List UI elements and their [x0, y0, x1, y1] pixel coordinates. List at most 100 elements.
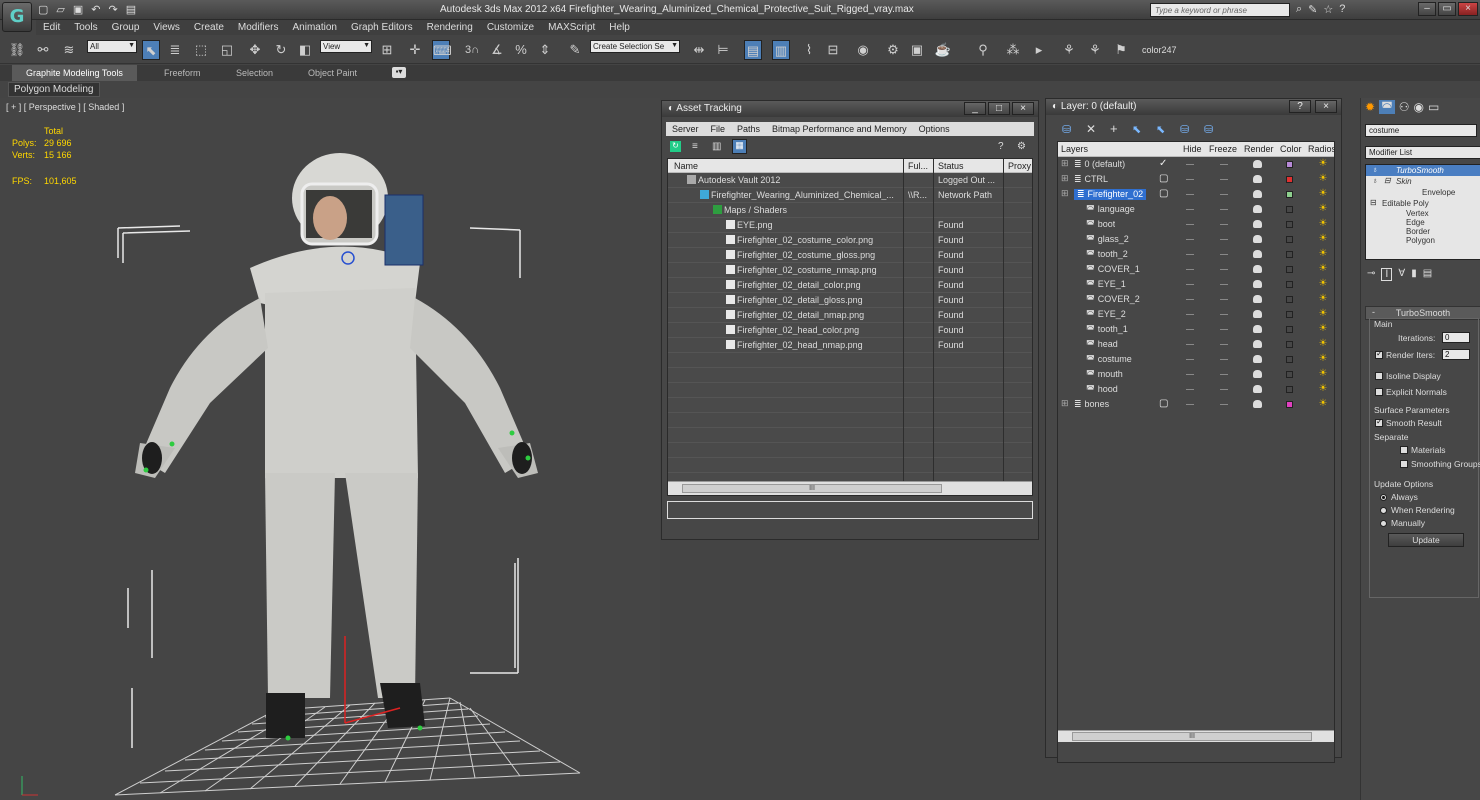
asset-menu-server[interactable]: Server: [666, 122, 705, 136]
render-teapot-icon[interactable]: [1253, 385, 1262, 393]
layer-color-swatch[interactable]: [1286, 341, 1293, 348]
render-iters-checkbox[interactable]: Render Iters:: [1375, 349, 1435, 360]
radiosity-sun-icon[interactable]: ☀: [1318, 203, 1328, 215]
asset-close-button[interactable]: ×: [1012, 102, 1034, 115]
save-icon[interactable]: ▣: [73, 3, 83, 17]
layer-row[interactable]: ⊞ ≣ Firefighter_02 ▢ ☀: [1058, 187, 1334, 202]
stack-polygon[interactable]: Polygon: [1366, 236, 1480, 245]
asset-path-field[interactable]: [667, 501, 1033, 519]
asset-row[interactable]: Firefighter_02_costume_color.png Found: [668, 233, 1032, 248]
radiosity-sun-icon[interactable]: ☀: [1318, 173, 1328, 185]
asset-help-icon[interactable]: ?: [998, 141, 1004, 152]
link-icon[interactable]: ⛓: [8, 40, 26, 60]
particle-icon[interactable]: ⁂: [1004, 40, 1022, 60]
app-logo-button[interactable]: G: [2, 2, 32, 32]
set-current-layer-icon[interactable]: ▢: [1159, 188, 1168, 199]
align-icon[interactable]: ⊨: [714, 40, 732, 60]
menu-create[interactable]: Create: [187, 20, 231, 35]
layer-color-swatch[interactable]: [1286, 176, 1293, 183]
hide-toggle[interactable]: [1186, 179, 1194, 180]
render-iters-spinner[interactable]: 2: [1442, 349, 1470, 360]
menu-views[interactable]: Views: [146, 20, 187, 35]
layer-expand-icon[interactable]: ⊞: [1061, 173, 1069, 184]
update-button[interactable]: Update: [1388, 533, 1464, 547]
create-layer-icon[interactable]: ⛁: [1062, 123, 1071, 136]
radiosity-sun-icon[interactable]: ☀: [1318, 383, 1328, 395]
layer-row[interactable]: ◚ EYE_2 ☀: [1058, 307, 1334, 322]
select-object-icon[interactable]: ⬉: [142, 40, 160, 60]
detail-view-icon[interactable]: ▥: [712, 141, 721, 152]
layer-row[interactable]: ◚ EYE_1 ☀: [1058, 277, 1334, 292]
camera-icon[interactable]: ▸: [1030, 40, 1048, 60]
menu-graph-editors[interactable]: Graph Editors: [344, 20, 420, 35]
refresh-icon[interactable]: ↻: [670, 141, 681, 152]
radiosity-sun-icon[interactable]: ☀: [1318, 338, 1328, 350]
render-teapot-icon[interactable]: [1253, 190, 1262, 198]
render-teapot-icon[interactable]: [1253, 370, 1262, 378]
freeze-toggle[interactable]: [1220, 299, 1228, 300]
set-current-layer-icon[interactable]: ▢: [1159, 398, 1168, 409]
hide-toggle[interactable]: [1186, 329, 1194, 330]
radiosity-sun-icon[interactable]: ☀: [1318, 368, 1328, 380]
hide-toggle[interactable]: [1186, 224, 1194, 225]
layer-row[interactable]: ⊞ ≣ 0 (default) ✓ ☀: [1058, 157, 1334, 172]
pivot-center-icon[interactable]: ⊞: [378, 40, 396, 60]
asset-row[interactable]: Firefighter_02_detail_color.png Found: [668, 278, 1032, 293]
asset-menu-bitmap[interactable]: Bitmap Performance and Memory: [766, 122, 913, 136]
curve-editor-icon[interactable]: ⌇: [800, 40, 818, 60]
minimize-button[interactable]: –: [1418, 2, 1436, 16]
asset-row[interactable]: Autodesk Vault 2012 Logged Out ...: [668, 173, 1032, 188]
undo-icon[interactable]: ↶: [91, 3, 100, 17]
freeze-toggle[interactable]: [1220, 284, 1228, 285]
move-icon[interactable]: ✥: [246, 40, 264, 60]
render-production-icon[interactable]: ☕: [934, 40, 952, 60]
layer-expand-icon[interactable]: ⊞: [1061, 158, 1069, 169]
star-icon[interactable]: ☆: [1323, 3, 1333, 16]
render-teapot-icon[interactable]: [1253, 235, 1262, 243]
configure-sets-icon[interactable]: ▤: [1423, 268, 1432, 281]
tab-freeform[interactable]: Freeform: [150, 65, 215, 81]
asset-row[interactable]: EYE.png Found: [668, 218, 1032, 233]
perspective-viewport[interactable]: [0, 98, 660, 800]
layer-color-swatch[interactable]: [1286, 326, 1293, 333]
explicit-normals-checkbox[interactable]: Explicit Normals: [1375, 387, 1447, 397]
layer-manager-icon[interactable]: ▤: [744, 40, 762, 60]
hide-toggle[interactable]: [1186, 254, 1194, 255]
col-status[interactable]: Status: [938, 161, 964, 171]
hierarchy-tab-icon[interactable]: ⚇: [1399, 100, 1410, 114]
radiosity-sun-icon[interactable]: ☀: [1318, 398, 1328, 410]
render-teapot-icon[interactable]: [1253, 340, 1262, 348]
layer-col-hide[interactable]: Hide: [1183, 144, 1202, 154]
smooth-result-checkbox[interactable]: Smooth Result: [1375, 417, 1442, 428]
hide-toggle[interactable]: [1186, 359, 1194, 360]
expand-icon[interactable]: ⊟: [1370, 198, 1377, 207]
freeze-toggle[interactable]: [1220, 209, 1228, 210]
col-proxy[interactable]: Proxy: [1008, 161, 1031, 171]
freeze-toggle[interactable]: [1220, 164, 1228, 165]
asset-row[interactable]: Firefighter_02_detail_gloss.png Found: [668, 293, 1032, 308]
current-layer-check-icon[interactable]: ✓: [1159, 158, 1167, 169]
iterations-spinner[interactable]: 0: [1442, 332, 1470, 343]
freeze-toggle[interactable]: [1220, 224, 1228, 225]
schematic-view-icon[interactable]: ⊟: [824, 40, 842, 60]
layer-row[interactable]: ◚ mouth ☀: [1058, 367, 1334, 382]
layer-row[interactable]: ◚ costume ☀: [1058, 352, 1334, 367]
menu-help[interactable]: Help: [602, 20, 637, 35]
tab-selection[interactable]: Selection: [222, 65, 287, 81]
stack-turbosmooth[interactable]: ♁ TurboSmooth: [1366, 165, 1480, 176]
layer-row[interactable]: ◚ tooth_2 ☀: [1058, 247, 1334, 262]
stack-envelope[interactable]: Envelope: [1366, 187, 1480, 198]
radiosity-sun-icon[interactable]: ☀: [1318, 278, 1328, 290]
radiosity-sun-icon[interactable]: ☀: [1318, 218, 1328, 230]
layer-row[interactable]: ◚ glass_2 ☀: [1058, 232, 1334, 247]
hide-toggle[interactable]: [1186, 374, 1194, 375]
modifier-list-dropdown[interactable]: Modifier List: [1365, 146, 1480, 159]
percent-snap-icon[interactable]: %: [512, 40, 530, 60]
hide-toggle[interactable]: [1186, 269, 1194, 270]
layer-color-swatch[interactable]: [1286, 371, 1293, 378]
stack-edge[interactable]: Edge: [1366, 218, 1480, 227]
motion-tab-icon[interactable]: ◉: [1413, 100, 1423, 114]
when-rendering-radio[interactable]: When Rendering: [1380, 505, 1455, 515]
mirror-icon[interactable]: ⇹: [690, 40, 708, 60]
snaps-toggle-icon[interactable]: 3∩: [460, 40, 484, 60]
